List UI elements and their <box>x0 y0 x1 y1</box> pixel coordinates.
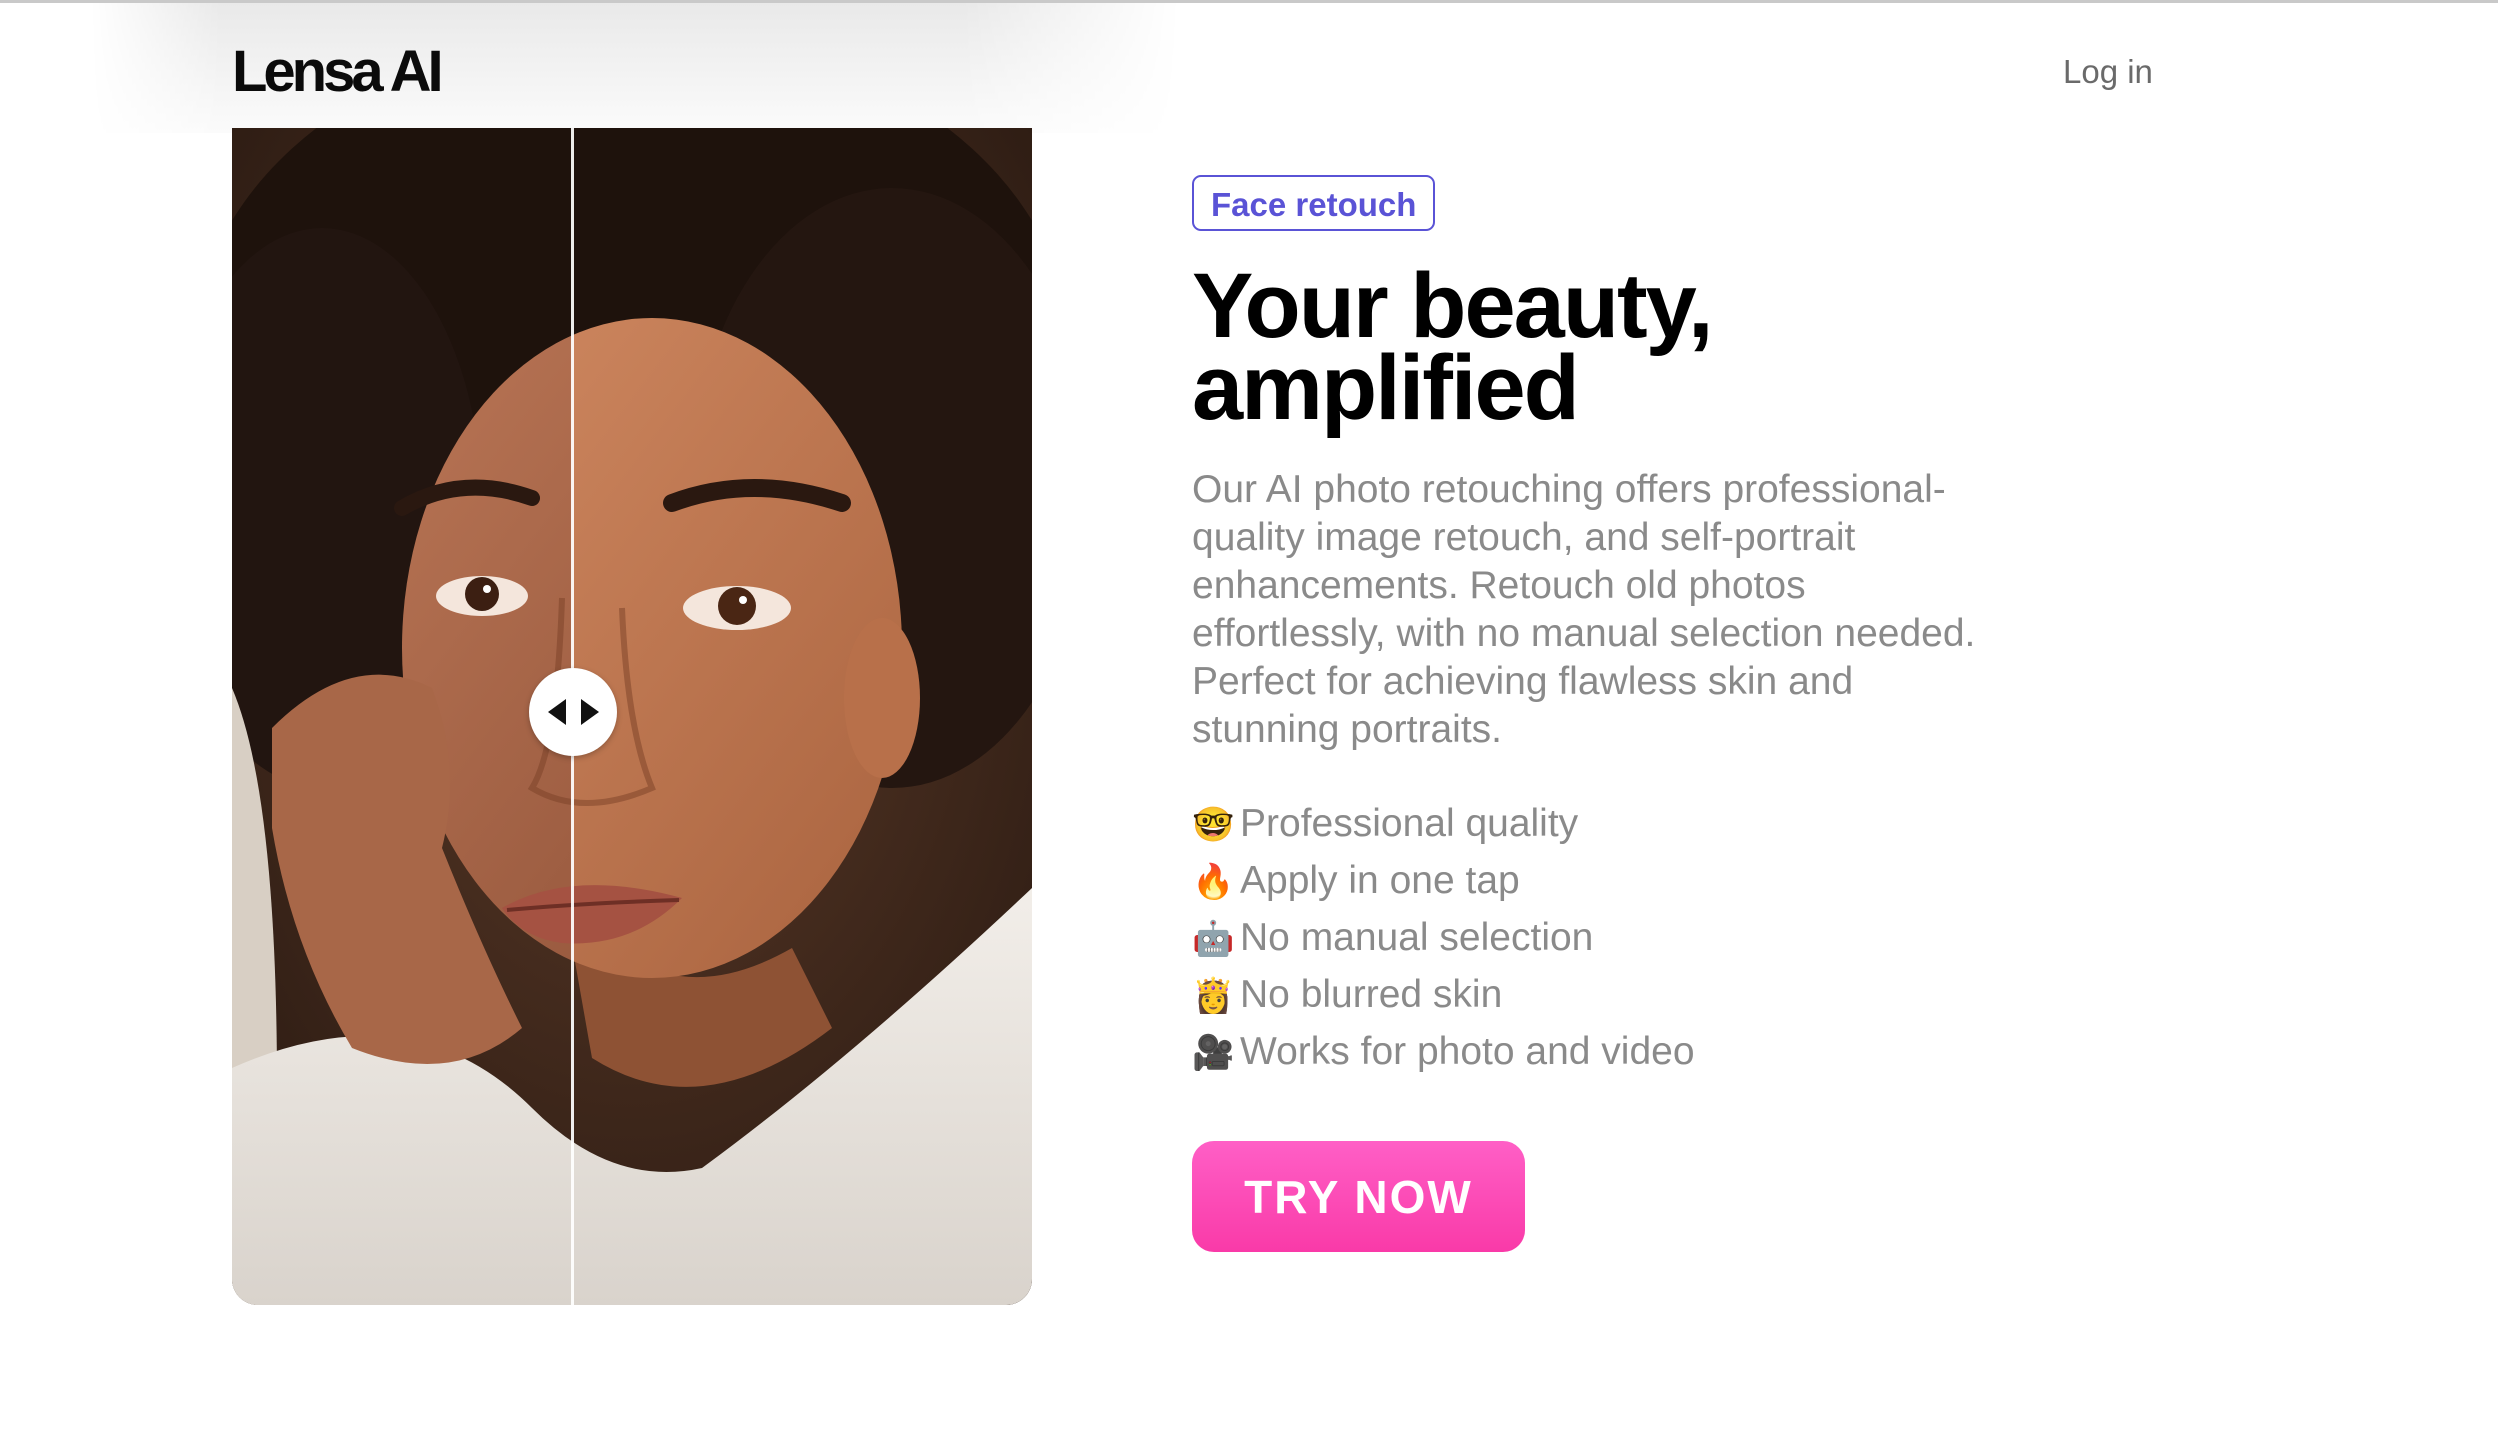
login-link[interactable]: Log in <box>2063 52 2153 92</box>
robot-icon: 🤖 <box>1192 920 1235 958</box>
list-item: 👸 No blurred skin <box>1192 967 1695 1024</box>
try-now-button[interactable]: TRY NOW <box>1192 1141 1525 1252</box>
portrait-image <box>232 128 1032 1305</box>
nerd-face-icon: 🤓 <box>1192 806 1235 844</box>
page-title: Your beauty, amplified <box>1192 255 1714 439</box>
list-item: 🔥 Apply in one tap <box>1192 853 1695 910</box>
hero-description: Our AI photo retouching offers professio… <box>1192 468 1976 751</box>
before-after-slider[interactable] <box>232 128 1032 1305</box>
feature-text: Apply in one tap <box>1240 859 1520 902</box>
feature-list: 🤓 Professional quality 🔥 Apply in one tap … <box>1192 796 1695 1081</box>
feature-badge: Face retouch <box>1192 175 1436 231</box>
fire-icon: 🔥 <box>1192 863 1235 901</box>
list-item: 🤖 No manual selection <box>1192 910 1695 967</box>
page: Lensa AI Log in Face retouch Your beauty… <box>0 0 2498 1438</box>
slider-handle[interactable] <box>529 668 617 756</box>
arrow-right-icon <box>581 699 599 725</box>
feature-text: No manual selection <box>1240 916 1594 959</box>
feature-text: No blurred skin <box>1240 973 1503 1016</box>
feature-text: Works for photo and video <box>1240 1030 1695 1073</box>
princess-icon: 👸 <box>1192 977 1235 1015</box>
list-item: 🎥 Works for photo and video <box>1192 1024 1695 1081</box>
movie-camera-icon: 🎥 <box>1192 1034 1235 1072</box>
feature-text: Professional quality <box>1240 802 1579 845</box>
logo[interactable]: Lensa AI <box>232 36 444 108</box>
list-item: 🤓 Professional quality <box>1192 796 1695 853</box>
arrow-left-icon <box>548 699 566 725</box>
